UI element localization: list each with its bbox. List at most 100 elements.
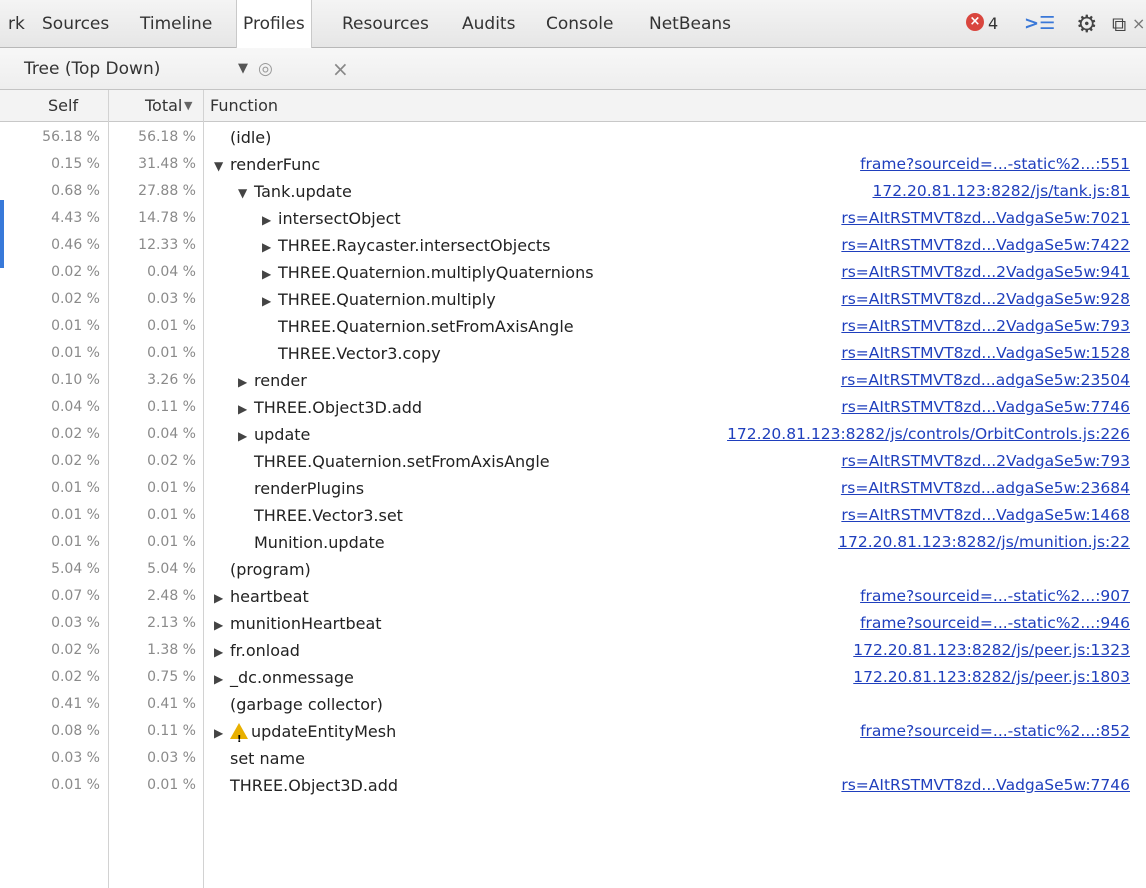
source-link[interactable]: frame?sourceid=...-static%2...:946 xyxy=(860,610,1130,637)
table-row[interactable]: 0.02 % 0.02 % THREE.Quaternion.setFromAxis… xyxy=(0,448,1146,475)
function-cell: ▶ THREE.Raycaster.intersectObjects xyxy=(262,232,551,259)
table-row[interactable]: 0.01 % 0.01 % THREE.Quaternion.setFromAxis… xyxy=(0,313,1146,340)
tab-netbeans[interactable]: NetBeans xyxy=(649,0,731,48)
source-link[interactable]: rs=AItRSTMVT8zd...2VadgaSe5w:793 xyxy=(841,313,1130,340)
self-time-cell: 0.01 % xyxy=(51,777,100,793)
source-link[interactable]: 172.20.81.123:8282/js/controls/OrbitCont… xyxy=(727,421,1130,448)
total-time-cell: 3.26 % xyxy=(147,372,196,388)
total-time-cell: 0.04 % xyxy=(147,264,196,280)
table-row[interactable]: 0.02 % 0.04 % ▶ update 172.20.81.123:8282/js… xyxy=(0,421,1146,448)
function-cell: (idle) xyxy=(230,124,271,151)
collapse-icon[interactable]: ▼ xyxy=(238,180,250,207)
source-link[interactable]: rs=AItRSTMVT8zd...VadgaSe5w:7746 xyxy=(841,772,1130,799)
source-link[interactable]: rs=AItRSTMVT8zd...2VadgaSe5w:793 xyxy=(841,448,1130,475)
table-row[interactable]: 0.01 % 0.01 % THREE.Object3D.add rs=AItRSTM… xyxy=(0,772,1146,799)
table-row[interactable]: 0.68 % 27.88 % ▼ Tank.update 172.20.81.123:8… xyxy=(0,178,1146,205)
source-link[interactable]: rs=AItRSTMVT8zd...VadgaSe5w:1528 xyxy=(841,340,1130,367)
expand-icon[interactable]: ▶ xyxy=(214,612,226,639)
gear-icon[interactable]: ⚙ xyxy=(1076,0,1098,48)
tab-timeline[interactable]: Timeline xyxy=(140,0,212,48)
source-link[interactable]: frame?sourceid=...-static%2...:551 xyxy=(860,151,1130,178)
view-mode-select[interactable]: Tree (Top Down) xyxy=(24,48,160,90)
expand-icon[interactable]: ▶ xyxy=(262,288,274,315)
tab-network[interactable]: rk xyxy=(8,0,25,48)
chevron-down-icon[interactable]: ▼ xyxy=(238,48,248,90)
table-row[interactable]: 0.07 % 2.48 % ▶ heartbeat frame?sourceid=...… xyxy=(0,583,1146,610)
expand-icon[interactable]: ▶ xyxy=(214,585,226,612)
source-link[interactable]: rs=AItRSTMVT8zd...2VadgaSe5w:928 xyxy=(841,286,1130,313)
function-name: _dc.onmessage xyxy=(230,668,354,687)
source-link[interactable]: rs=AItRSTMVT8zd...2VadgaSe5w:941 xyxy=(841,259,1130,286)
expand-icon[interactable]: ▶ xyxy=(262,234,274,261)
table-row[interactable]: 0.04 % 0.11 % ▶ THREE.Object3D.add rs=AItRST… xyxy=(0,394,1146,421)
total-time-cell: 0.02 % xyxy=(147,453,196,469)
expand-icon[interactable]: ▶ xyxy=(238,423,250,450)
table-row[interactable]: 0.01 % 0.01 % renderPlugins rs=AItRSTMVT8zd… xyxy=(0,475,1146,502)
expand-icon[interactable]: ▶ xyxy=(214,639,226,666)
self-time-cell: 0.01 % xyxy=(51,534,100,550)
warning-icon[interactable] xyxy=(230,723,248,753)
table-row[interactable]: 0.08 % 0.11 % ▶ updateEntityMesh frame?sourc… xyxy=(0,718,1146,753)
expand-icon[interactable]: ▶ xyxy=(214,720,226,747)
tab-console[interactable]: Console xyxy=(546,0,614,48)
source-link[interactable]: 172.20.81.123:8282/js/peer.js:1803 xyxy=(853,664,1130,691)
source-link[interactable]: 172.20.81.123:8282/js/peer.js:1323 xyxy=(853,637,1130,664)
source-link[interactable]: rs=AItRSTMVT8zd...adgaSe5w:23684 xyxy=(841,475,1130,502)
table-row[interactable]: 0.03 % 0.03 % set name xyxy=(0,745,1146,772)
tab-sources[interactable]: Sources xyxy=(42,0,109,48)
collapse-icon[interactable]: ▼ xyxy=(214,153,226,180)
function-name: update xyxy=(254,425,311,444)
expand-icon[interactable]: ▶ xyxy=(262,261,274,288)
table-row[interactable]: 0.01 % 0.01 % THREE.Vector3.copy rs=AItRSTM… xyxy=(0,340,1146,367)
function-name: THREE.Quaternion.multiplyQuaternions xyxy=(278,263,594,282)
source-link[interactable]: rs=AItRSTMVT8zd...adgaSe5w:23504 xyxy=(841,367,1130,394)
table-row[interactable]: 0.02 % 1.38 % ▶ fr.onload 172.20.81.123:8282… xyxy=(0,637,1146,664)
source-link[interactable]: rs=AItRSTMVT8zd...VadgaSe5w:7746 xyxy=(841,394,1130,421)
function-name: THREE.Quaternion.multiply xyxy=(278,290,496,309)
tab-audits[interactable]: Audits xyxy=(462,0,515,48)
table-row[interactable]: 0.46 % 12.33 % ▶ THREE.Raycaster.intersectO… xyxy=(0,232,1146,259)
dock-icon[interactable]: ⧉ xyxy=(1112,0,1126,48)
function-name: fr.onload xyxy=(230,641,300,660)
total-time-cell: 0.01 % xyxy=(147,777,196,793)
error-icon[interactable]: × xyxy=(966,13,984,31)
source-link[interactable]: 172.20.81.123:8282/js/munition.js:22 xyxy=(838,529,1130,556)
source-link[interactable]: frame?sourceid=...-static%2...:907 xyxy=(860,583,1130,610)
console-drawer-icon[interactable]: >☰ xyxy=(1024,0,1055,48)
source-link[interactable]: rs=AItRSTMVT8zd...VadgaSe5w:1468 xyxy=(841,502,1130,529)
expand-icon[interactable]: ▶ xyxy=(262,207,274,234)
self-time-cell: 0.02 % xyxy=(51,453,100,469)
table-row[interactable]: 0.01 % 0.01 % Munition.update 172.20.81.123… xyxy=(0,529,1146,556)
source-link[interactable]: rs=AItRSTMVT8zd...VadgaSe5w:7422 xyxy=(841,232,1130,259)
expand-icon[interactable]: ▶ xyxy=(238,396,250,423)
function-name: renderFunc xyxy=(230,155,321,174)
eye-icon[interactable]: ◎ xyxy=(258,48,273,90)
expand-icon[interactable]: ▶ xyxy=(214,666,226,693)
error-count[interactable]: 4 xyxy=(988,0,998,48)
function-cell: ▶ _dc.onmessage xyxy=(214,664,354,691)
source-link[interactable]: 172.20.81.123:8282/js/tank.js:81 xyxy=(872,178,1130,205)
table-row[interactable]: 0.10 % 3.26 % ▶ render rs=AItRSTMVT8zd...adg… xyxy=(0,367,1146,394)
header-self[interactable]: Self xyxy=(48,90,78,121)
table-row[interactable]: 0.41 % 0.41 % (garbage collector) xyxy=(0,691,1146,718)
clear-focus-icon[interactable]: × xyxy=(332,48,349,90)
table-row[interactable]: 0.02 % 0.03 % ▶ THREE.Quaternion.multiply rs… xyxy=(0,286,1146,313)
expand-icon[interactable]: ▶ xyxy=(238,369,250,396)
table-row[interactable]: 0.02 % 0.75 % ▶ _dc.onmessage 172.20.81.123:… xyxy=(0,664,1146,691)
table-row[interactable]: 4.43 % 14.78 % ▶ intersectObject rs=AItRSTMV… xyxy=(0,205,1146,232)
source-link[interactable]: frame?sourceid=...-static%2...:852 xyxy=(860,718,1130,745)
header-function[interactable]: Function xyxy=(210,90,278,121)
tab-resources[interactable]: Resources xyxy=(342,0,429,48)
table-row[interactable]: 0.02 % 0.04 % ▶ THREE.Quaternion.multiplyQu… xyxy=(0,259,1146,286)
table-row[interactable]: 56.18 % 56.18 % (idle) xyxy=(0,124,1146,151)
table-row[interactable]: 0.15 % 31.48 % ▼ renderFunc frame?sourceid=.… xyxy=(0,151,1146,178)
tab-profiles[interactable]: Profiles xyxy=(236,0,312,48)
close-icon[interactable]: × xyxy=(1132,0,1145,48)
source-link[interactable]: rs=AItRSTMVT8zd...VadgaSe5w:7021 xyxy=(841,205,1130,232)
total-time-cell: 2.13 % xyxy=(147,615,196,631)
header-total[interactable]: Total xyxy=(145,90,182,121)
table-row[interactable]: 0.03 % 2.13 % ▶ munitionHeartbeat frame?sour… xyxy=(0,610,1146,637)
table-row[interactable]: 0.01 % 0.01 % THREE.Vector3.set rs=AItRSTMV… xyxy=(0,502,1146,529)
self-time-cell: 0.10 % xyxy=(51,372,100,388)
table-row[interactable]: 5.04 % 5.04 % (program) xyxy=(0,556,1146,583)
